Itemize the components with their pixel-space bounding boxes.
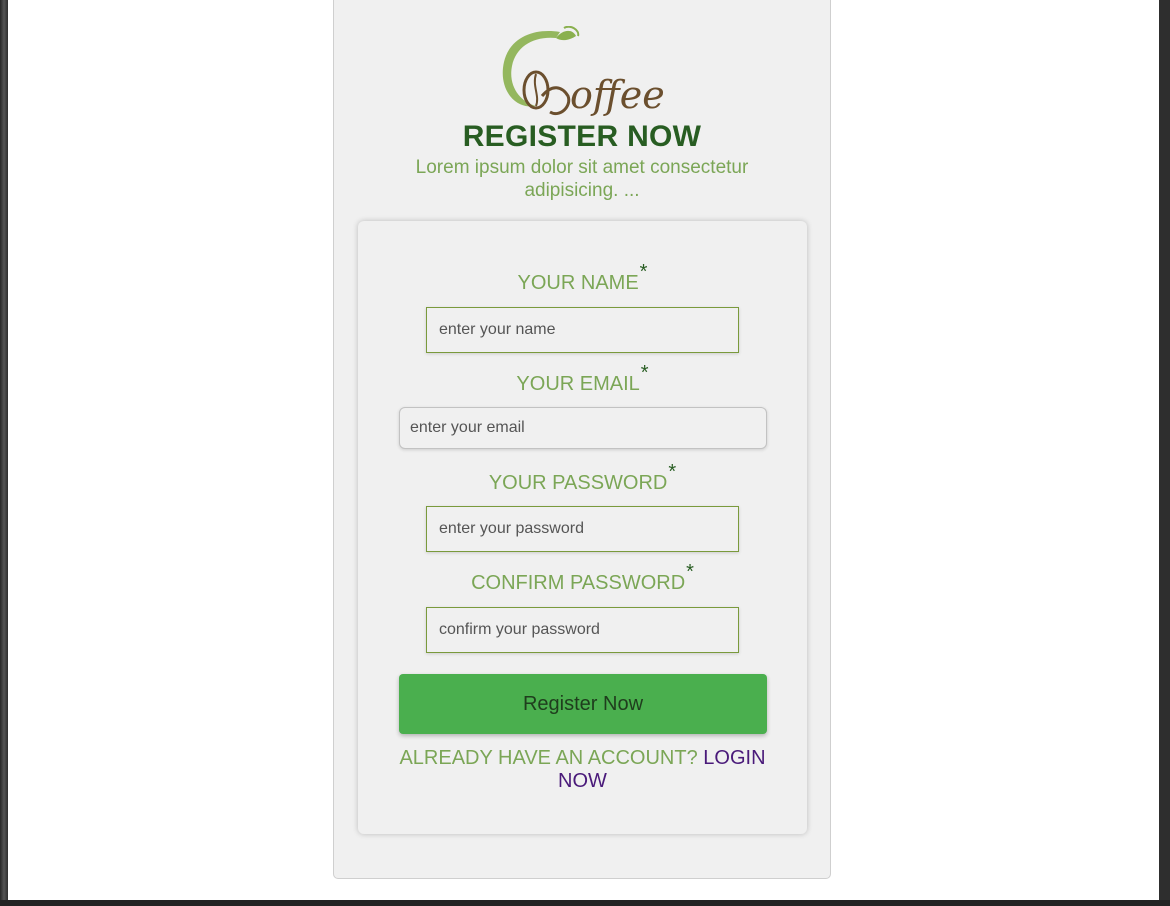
- coffee-logo: offee: [498, 26, 670, 126]
- page-subtitle: Lorem ipsum dolor sit amet consectetur a…: [415, 157, 749, 201]
- required-asterisk: *: [686, 561, 694, 583]
- email-label: YOUR EMAIL*: [358, 362, 807, 396]
- password-input[interactable]: [426, 506, 739, 552]
- confirm-password-label: CONFIRM PASSWORD*: [358, 561, 807, 595]
- password-label-text: YOUR PASSWORD: [488, 472, 668, 494]
- required-asterisk: *: [639, 261, 648, 283]
- register-button[interactable]: Register Now: [399, 674, 767, 734]
- password-label: YOUR PASSWORD*: [358, 461, 807, 495]
- required-asterisk: *: [668, 461, 677, 483]
- logo-wordmark: offee: [570, 73, 665, 117]
- name-label: YOUR NAME*: [358, 261, 807, 295]
- confirm-password-label-text: CONFIRM PASSWORD: [471, 572, 686, 594]
- account-prompt-text: ALREADY HAVE AN ACCOUNT?: [399, 747, 698, 769]
- confirm-password-input[interactable]: [426, 607, 739, 653]
- login-prompt: ALREADY HAVE AN ACCOUNT? LOGIN NOW: [392, 747, 773, 793]
- name-label-text: YOUR NAME: [517, 272, 639, 294]
- window-bottom-edge: [0, 900, 1170, 906]
- page-title: REGISTER NOW: [462, 120, 702, 153]
- name-input[interactable]: [426, 307, 739, 353]
- email-input[interactable]: [399, 407, 767, 449]
- coffee-bean-leaf-icon: [502, 26, 580, 115]
- email-label-text: YOUR EMAIL: [516, 373, 640, 395]
- required-asterisk: *: [640, 362, 649, 384]
